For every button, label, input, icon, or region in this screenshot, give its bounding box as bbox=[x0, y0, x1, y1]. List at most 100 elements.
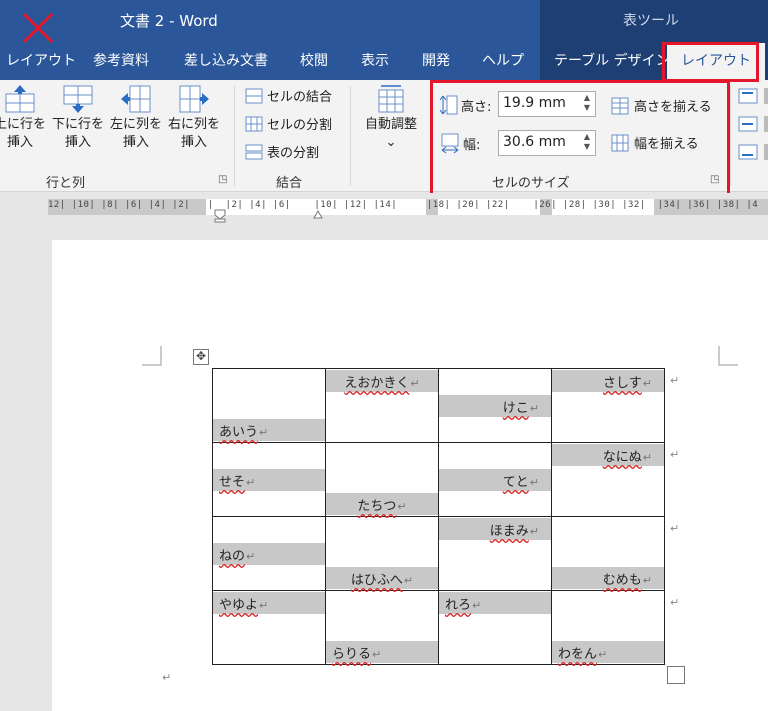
group-separator bbox=[350, 86, 351, 186]
align-bottom-center-icon[interactable] bbox=[764, 144, 768, 160]
split-cells-icon bbox=[245, 116, 263, 131]
table-cell[interactable]: はひふへ↵ bbox=[325, 516, 439, 591]
cell-text: さしす↵ bbox=[552, 370, 664, 392]
cell-text: あいう↵ bbox=[213, 419, 325, 441]
tab-layout[interactable]: レイアウト bbox=[6, 50, 76, 70]
insert-above-line2: 挿入 bbox=[6, 135, 33, 150]
cell-value: れろ bbox=[445, 598, 472, 613]
tab-table-design[interactable]: テーブル デザイン bbox=[554, 50, 670, 70]
cell-value: あいう bbox=[219, 425, 259, 440]
insert-left-button[interactable]: 左に列を 挿入 bbox=[108, 84, 164, 152]
cell-paragraph-mark: ↵ bbox=[529, 525, 539, 538]
tab-developer[interactable]: 開発 bbox=[422, 50, 450, 70]
horizontal-ruler[interactable]: 12| |10| |8| |6| |4| |2| | |2| |4| |6| |… bbox=[0, 193, 768, 223]
table-cell[interactable]: らりる↵ bbox=[325, 590, 439, 665]
align-center-left-icon[interactable] bbox=[738, 116, 758, 132]
cell-text: たちつ↵ bbox=[326, 493, 438, 515]
cell-paragraph-mark: ↵ bbox=[472, 599, 482, 612]
cell-text: てと↵ bbox=[439, 469, 551, 491]
cell-paragraph-mark: ↵ bbox=[259, 599, 269, 612]
cell-value: わをん bbox=[558, 647, 598, 662]
cell-text: やゆよ↵ bbox=[213, 592, 325, 614]
insert-column-left-icon bbox=[121, 85, 151, 113]
row-end-mark: ↵ bbox=[670, 522, 680, 535]
insert-right-button[interactable]: 右に列を 挿入 bbox=[166, 84, 222, 152]
align-top-left-icon[interactable] bbox=[738, 88, 758, 104]
cell-text: なにぬ↵ bbox=[552, 444, 664, 466]
split-cells-label: セルの分割 bbox=[267, 118, 333, 133]
insert-above-button[interactable]: 上に行を 挿入 bbox=[0, 84, 48, 152]
merge-cells-label: セルの結合 bbox=[267, 90, 333, 105]
table-cell[interactable]: わをん↵ bbox=[551, 590, 665, 665]
align-bottom-left-icon[interactable] bbox=[738, 144, 758, 160]
margin-corner-top-right bbox=[718, 346, 738, 366]
cell-text: えおかきく↵ bbox=[326, 370, 438, 392]
cell-value: ねの bbox=[219, 549, 246, 564]
tab-mailings[interactable]: 差し込み文書 bbox=[184, 50, 268, 70]
cell-paragraph-mark: ↵ bbox=[598, 648, 608, 661]
cell-paragraph-mark: ↵ bbox=[529, 476, 539, 489]
document-title: 文書 2 - Word bbox=[120, 12, 218, 30]
table-move-handle-icon[interactable]: ✥ bbox=[193, 349, 209, 365]
insert-row-above-icon bbox=[5, 85, 35, 113]
autofit-button[interactable]: 自動調整 ⌄ bbox=[356, 84, 426, 152]
table-cell[interactable]: えおかきく↵ bbox=[325, 368, 439, 443]
cell-value: ほまみ bbox=[489, 524, 529, 539]
cell-value: たちつ bbox=[357, 499, 397, 514]
table-resize-handle[interactable] bbox=[667, 666, 685, 684]
table-cell[interactable]: さしす↵ bbox=[551, 368, 665, 443]
autofit-chevron-icon: ⌄ bbox=[385, 135, 397, 150]
merge-group-label: 結合 bbox=[276, 176, 303, 191]
table-cell[interactable]: てと↵ bbox=[438, 442, 552, 517]
align-top-center-icon[interactable] bbox=[764, 88, 768, 104]
rows-columns-launcher-icon[interactable]: ◳ bbox=[218, 174, 227, 185]
cell-paragraph-mark: ↵ bbox=[642, 451, 652, 464]
table-cell[interactable]: むめも↵ bbox=[551, 516, 665, 591]
autofit-icon bbox=[378, 85, 404, 113]
table-row: やゆよ↵ らりる↵ れろ↵ わをん↵ bbox=[212, 590, 665, 665]
table-cell[interactable]: やゆよ↵ bbox=[212, 590, 326, 665]
table-cell[interactable]: せそ↵ bbox=[212, 442, 326, 517]
table-tools-title: 表ツール bbox=[623, 13, 679, 29]
indent-marker-icon[interactable] bbox=[214, 209, 226, 223]
insert-below-line1: 下に行を bbox=[51, 117, 104, 132]
tab-references[interactable]: 参考資料 bbox=[93, 50, 149, 70]
ribbon-tabs: レイアウト 参考資料 差し込み文書 校閲 表示 開発 ヘルプ テーブル デザイン… bbox=[0, 40, 768, 80]
tab-review[interactable]: 校閲 bbox=[300, 50, 328, 70]
cell-paragraph-mark: ↵ bbox=[246, 550, 256, 563]
margin-corner-top-left bbox=[142, 346, 162, 366]
split-table-button[interactable]: 表の分割 bbox=[245, 142, 319, 161]
table-cell[interactable]: けこ↵ bbox=[438, 368, 552, 443]
table-row: せそ↵ たちつ↵ てと↵ なにぬ↵ bbox=[212, 442, 665, 517]
table-row: ねの↵ はひふへ↵ ほまみ↵ むめも↵ bbox=[212, 516, 665, 591]
table-cell[interactable]: れろ↵ bbox=[438, 590, 552, 665]
merge-cells-button[interactable]: セルの結合 bbox=[245, 86, 332, 105]
insert-below-button[interactable]: 下に行を 挿入 bbox=[50, 84, 106, 152]
tab-help[interactable]: ヘルプ bbox=[482, 50, 524, 70]
cell-value: てと bbox=[502, 475, 529, 490]
insert-right-line1: 右に列を bbox=[167, 117, 220, 132]
insert-column-right-icon bbox=[179, 85, 209, 113]
align-center-icon[interactable] bbox=[764, 116, 768, 132]
cell-text: むめも↵ bbox=[552, 567, 664, 589]
red-cross-mark-icon bbox=[22, 12, 54, 44]
cell-text: らりる↵ bbox=[326, 641, 438, 663]
insert-left-line2: 挿入 bbox=[122, 135, 149, 150]
title-bar: 文書 2 - Word 表ツール bbox=[0, 0, 768, 40]
table-cell[interactable]: ほまみ↵ bbox=[438, 516, 552, 591]
cell-value: はひふへ bbox=[350, 573, 403, 588]
split-cells-button[interactable]: セルの分割 bbox=[245, 114, 332, 133]
cell-text: はひふへ↵ bbox=[326, 567, 438, 589]
row-end-mark: ↵ bbox=[670, 448, 680, 461]
table-row: あいう↵ えおかきく↵ けこ↵ さしす↵ bbox=[212, 368, 665, 443]
document-table[interactable]: あいう↵ えおかきく↵ けこ↵ さしす↵ せそ↵ たちつ↵ てと↵ なにぬ↵ ねの↵ はひふへ↵ ほ… bbox=[212, 368, 665, 665]
split-table-label: 表の分割 bbox=[267, 146, 320, 161]
cell-paragraph-mark: ↵ bbox=[259, 426, 269, 439]
cell-text: けこ↵ bbox=[439, 395, 551, 417]
table-cell[interactable]: ねの↵ bbox=[212, 516, 326, 591]
table-cell[interactable]: なにぬ↵ bbox=[551, 442, 665, 517]
tab-view[interactable]: 表示 bbox=[361, 50, 389, 70]
table-cell[interactable]: あいう↵ bbox=[212, 368, 326, 443]
table-cell[interactable]: たちつ↵ bbox=[325, 442, 439, 517]
right-indent-marker-icon[interactable] bbox=[313, 209, 323, 219]
